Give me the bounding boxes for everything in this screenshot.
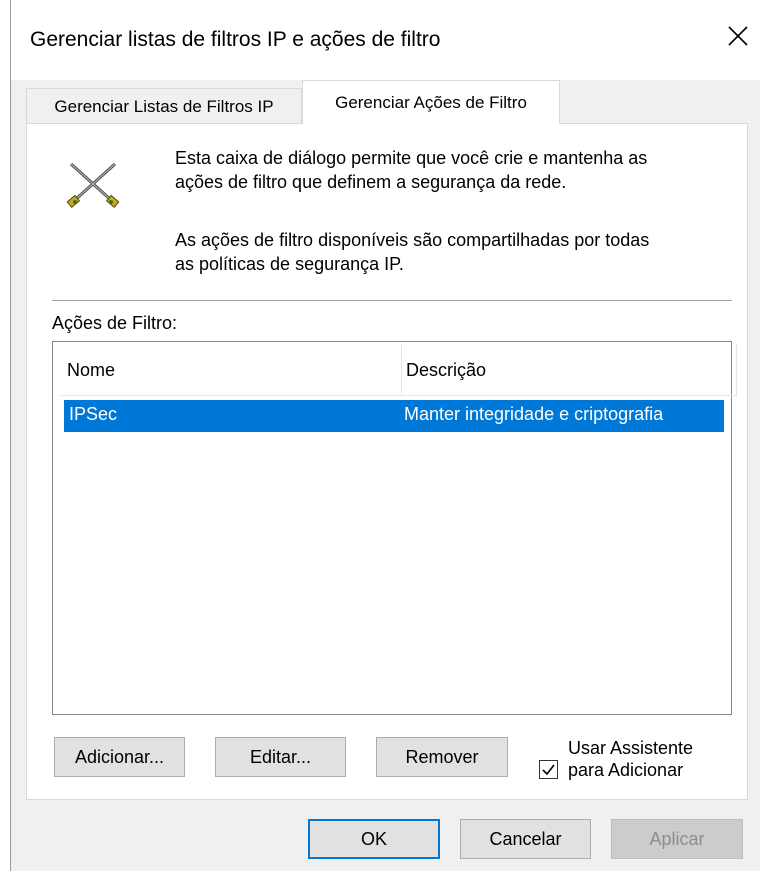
- use-wizard-label-line-1: Usar Assistente: [568, 738, 694, 758]
- close-button[interactable]: [716, 14, 760, 58]
- dialog-description: Esta caixa de diálogo permite que você c…: [175, 146, 735, 194]
- ok-button[interactable]: OK: [308, 819, 440, 859]
- cancel-button[interactable]: Cancelar: [460, 819, 591, 859]
- info-line-2: as políticas de segurança IP.: [175, 254, 404, 274]
- remove-button[interactable]: Remover: [376, 737, 508, 777]
- use-wizard-checkbox[interactable]: [539, 760, 558, 779]
- close-icon: [728, 26, 748, 46]
- description-line-2: ações de filtro que definem a segurança …: [175, 172, 567, 192]
- use-wizard-label[interactable]: Usar Assistente para Adicionar: [568, 737, 693, 781]
- manage-filter-dialog: Gerenciar listas de filtros IP e ações d…: [10, 0, 760, 871]
- column-divider[interactable]: [401, 345, 402, 395]
- apply-button[interactable]: Aplicar: [611, 819, 743, 859]
- add-button[interactable]: Adicionar...: [54, 737, 185, 777]
- background-window-edge: [0, 0, 10, 871]
- description-line-1: Esta caixa de diálogo permite que você c…: [175, 148, 648, 168]
- edit-button[interactable]: Editar...: [215, 737, 346, 777]
- column-header-description[interactable]: Descrição: [406, 345, 736, 395]
- tab-manage-ip-filter-lists[interactable]: Gerenciar Listas de Filtros IP: [26, 88, 302, 124]
- row-description: Manter integridade e criptografia: [404, 404, 664, 424]
- dialog-info: As ações de filtro disponíveis são compa…: [175, 228, 735, 276]
- list-header: Nome Descrição: [61, 345, 737, 396]
- filter-actions-list[interactable]: Nome Descrição IPSec Manter integridade …: [52, 341, 737, 715]
- row-name: IPSec: [69, 404, 118, 424]
- filter-action-tools-icon: [66, 162, 120, 208]
- separator: [52, 300, 732, 301]
- use-wizard-label-line-2: para Adicionar: [568, 760, 684, 780]
- tab-manage-filter-actions[interactable]: Gerenciar Ações de Filtro: [302, 80, 560, 124]
- column-header-name[interactable]: Nome: [67, 345, 397, 395]
- checkmark-icon: [542, 764, 555, 776]
- info-line-1: As ações de filtro disponíveis são compa…: [175, 230, 650, 250]
- column-divider[interactable]: [736, 345, 737, 395]
- title-bar: Gerenciar listas de filtros IP e ações d…: [11, 0, 760, 80]
- list-row-ipsec[interactable]: IPSec Manter integridade e criptografia: [64, 400, 724, 432]
- window-title: Gerenciar listas de filtros IP e ações d…: [30, 28, 441, 51]
- filter-actions-label: Ações de Filtro:: [52, 313, 178, 333]
